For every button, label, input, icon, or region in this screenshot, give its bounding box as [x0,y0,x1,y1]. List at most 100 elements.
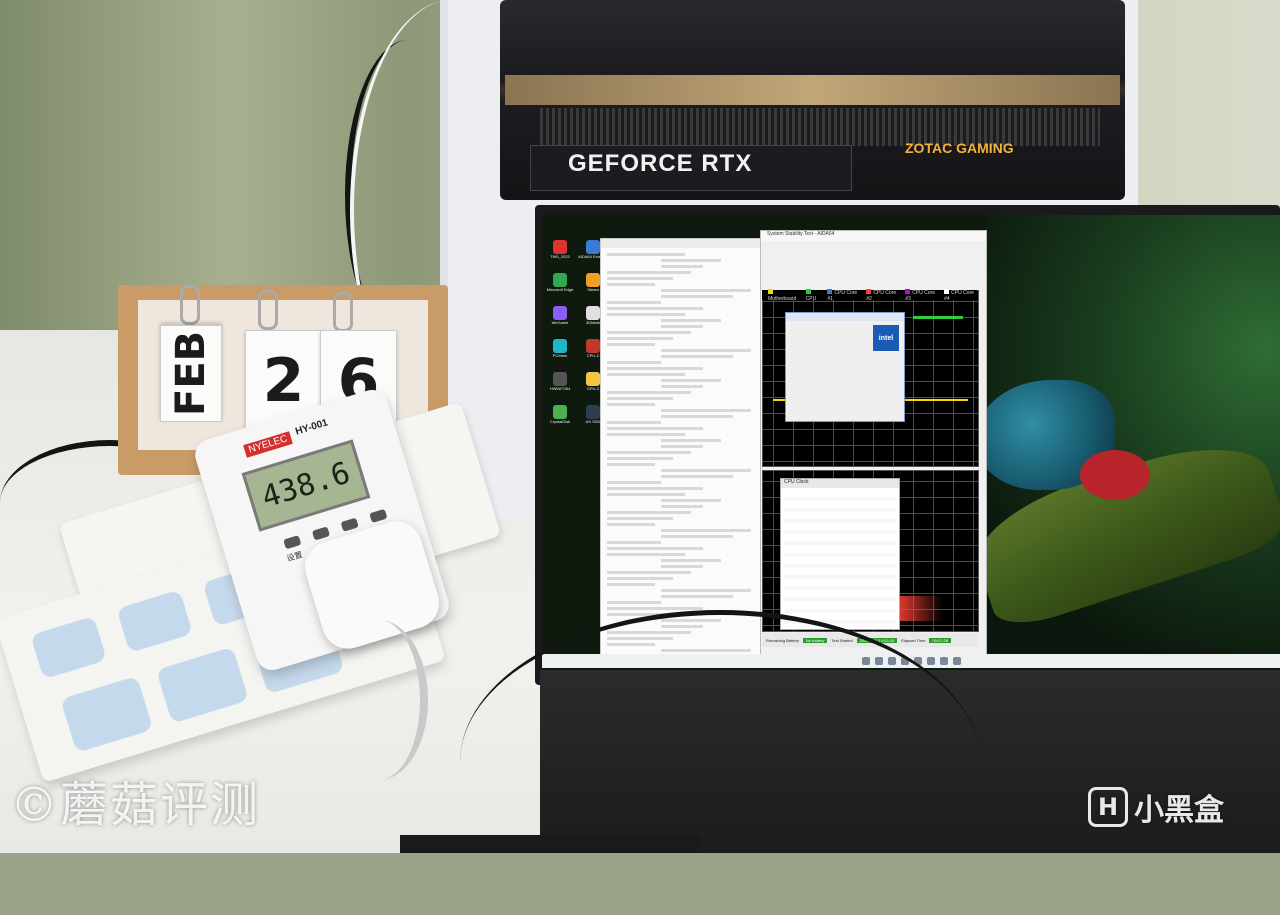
desktop-shortcut-icon[interactable]: WeGame [545,306,575,336]
legend-swatch [827,288,833,294]
clock-row [785,541,895,546]
sensor-row [607,427,703,430]
legend-swatch [768,288,773,294]
sensor-row [607,301,661,304]
clock-row [785,535,895,540]
calendar-ring [258,290,278,330]
desktop-shortcut-icon[interactable]: CrystalDisk [545,405,575,435]
graph-grid-line [953,471,954,631]
sensor-row [661,499,721,502]
heybox-logo-icon: H [1088,787,1128,827]
sensor-row [607,493,685,496]
sensor-row [607,547,703,550]
meter-button-label: 设置 [285,550,304,564]
sensor-row [607,601,661,604]
legend-item: CPU Core #2 [866,288,897,302]
graph-legend: Motherboard CPU CPU Core #1 CPU Core #2 CPU … [762,288,977,302]
sensor-row [661,295,733,298]
sensor-row [607,451,691,454]
desktop-shortcut-label: Microsoft Edge [546,287,574,292]
desktop-shortcut-icon[interactable]: HWiNFO64 [545,372,575,402]
sensor-row [661,415,733,418]
store-icon[interactable] [926,657,935,665]
clock-row [785,507,895,512]
plug-cable [330,620,428,780]
meter-button[interactable] [283,535,302,550]
sensor-row [661,259,721,262]
app-icon [586,405,600,419]
cpu-clock-window[interactable]: CPU Clock [780,478,900,630]
throttle-trace [893,596,943,621]
clock-row [785,563,895,568]
clock-row [785,558,895,563]
sensor-row [607,607,703,610]
sensor-row [607,307,703,310]
app-icon [586,306,600,320]
power-socket [116,589,193,653]
calendar-ring [333,292,353,332]
calendar-month-card: FEB [160,325,222,422]
legend-item: Motherboard [768,288,800,302]
clock-row [785,519,895,523]
sensor-row [607,553,685,556]
legend-item: CPU Core #3 [905,288,936,302]
sensor-row [661,379,721,382]
sensor-row [607,277,673,280]
legend-swatch [944,288,950,294]
sensor-row [607,343,655,346]
sensor-window[interactable] [600,238,762,665]
app-icon [586,339,600,353]
clock-row [785,597,895,602]
app-icon[interactable] [952,657,961,665]
sensor-row [661,505,703,508]
sensor-row [661,475,733,478]
cpu-info-titlebar[interactable] [786,313,904,321]
sensor-row [661,265,703,268]
sensor-row [607,463,655,466]
graph-grid-line [763,445,978,446]
power-socket [155,646,249,724]
sensor-row [607,331,691,334]
app-icon[interactable] [939,657,948,665]
legend-swatch [905,288,911,294]
meter-button[interactable] [369,508,388,524]
sensor-row [661,385,703,388]
desktop-shortcut-icon[interactable]: TMS_2023 [545,240,575,270]
app-icon [553,273,567,287]
sensor-row [607,487,703,490]
meter-button[interactable] [340,517,359,532]
monitor-cable [460,610,980,915]
cpu-info-window[interactable]: intel [785,312,905,422]
app-icon [553,339,567,353]
sensor-row [661,319,721,322]
sensor-row [607,403,655,406]
sensor-row [661,349,751,352]
sensor-row [607,583,655,586]
sensor-row [607,523,655,526]
clock-row [785,496,895,501]
sensor-row [607,571,691,574]
sensor-row [607,337,673,340]
clock-row [785,586,895,591]
power-socket [60,675,154,753]
sensor-row [607,283,655,286]
clock-row [785,552,895,557]
sensor-window-titlebar[interactable] [601,239,761,248]
app-icon [586,372,600,386]
clock-row [785,547,895,551]
graph-grid-line [763,429,978,430]
sensor-row [661,439,721,442]
gpu-model-label: GEFORCE RTX [568,150,753,177]
power-socket [30,615,107,680]
desktop-shortcut-label: TMS_2023 [550,254,570,259]
desktop-shortcut-icon[interactable]: Microsoft Edge [545,273,575,303]
sensor-row [661,559,721,562]
watermark-right-label: 小黑盒 [1134,793,1224,828]
clock-row [785,524,895,529]
meter-button[interactable] [311,526,331,541]
app-icon [586,273,600,287]
sensor-row [661,589,751,592]
legend-item: CPU [805,288,822,302]
desktop-shortcut-icon[interactable]: PCMark [545,339,575,369]
sensor-row [661,469,751,472]
